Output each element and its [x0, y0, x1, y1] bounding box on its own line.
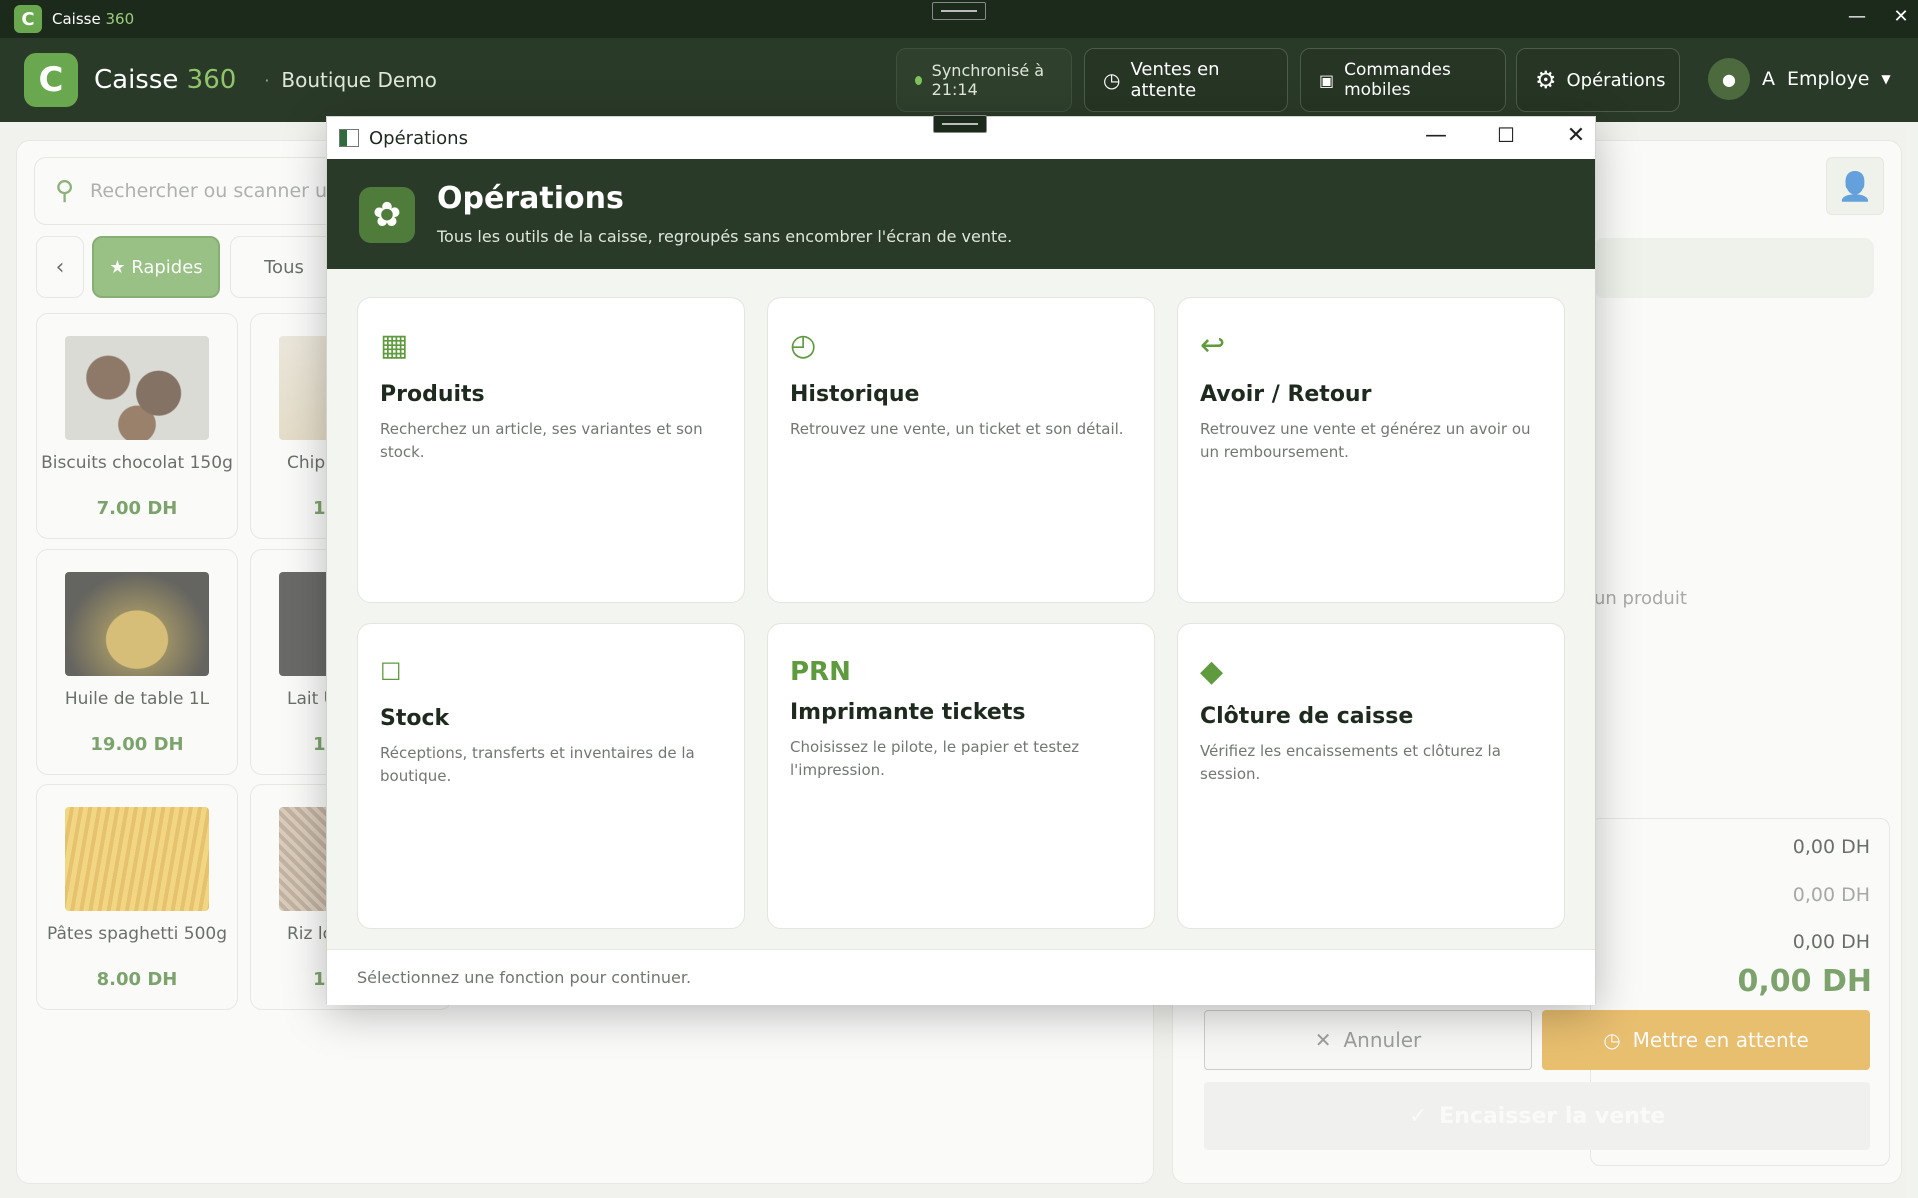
- dialog-footer: Sélectionnez une fonction pour continuer…: [327, 949, 1595, 1005]
- dialog-subtitle: Tous les outils de la caisse, regroupés …: [437, 227, 1013, 246]
- clock-icon: ◷: [1103, 68, 1121, 92]
- app-logo-icon: C: [14, 5, 42, 33]
- dialog-title: Opérations: [437, 181, 624, 216]
- dialog-header: ✿ Opérations Tous les outils de la caiss…: [327, 159, 1595, 269]
- dialog-body: ▦ Produits Recherchez un article, ses va…: [327, 269, 1595, 949]
- mobile-orders-label: Commandes mobiles: [1344, 60, 1451, 100]
- dialog-maximize-button[interactable]: ☐: [1491, 123, 1521, 147]
- operations-button[interactable]: ⚙ Opérations: [1516, 48, 1680, 112]
- avatar: ●: [1708, 58, 1750, 100]
- sync-label: Synchronisé à 21:14: [931, 61, 1045, 99]
- tile-description: Réceptions, transferts et inventaires de…: [380, 744, 695, 785]
- tile-description: Retrouvez une vente, un ticket et son dé…: [790, 420, 1124, 438]
- user-menu[interactable]: ● A Employe ▼: [1708, 58, 1891, 100]
- brand-name: Caisse 360: [94, 65, 237, 95]
- held-sales-label: Ventes en attente: [1130, 59, 1220, 101]
- tile-title: Imprimante tickets: [790, 700, 1026, 725]
- user-initial: A: [1762, 68, 1775, 90]
- gear-icon: ✿: [359, 187, 415, 243]
- sync-status: Synchronisé à 21:14: [896, 48, 1072, 112]
- dialog-minimize-button[interactable]: —: [1421, 123, 1451, 148]
- window-icon: [339, 129, 359, 147]
- held-sales-button[interactable]: ◷ Ventes en attente: [1084, 48, 1288, 112]
- brand-logo-icon: C: [24, 53, 78, 107]
- user-name: Employe: [1787, 68, 1870, 90]
- shop-name: Boutique Demo: [281, 68, 437, 92]
- tile-description: Vérifiez les encaissements et clôturez l…: [1200, 742, 1501, 783]
- tile-description: Choisissez le pilote, le papier et teste…: [790, 738, 1080, 779]
- grid-icon: ▦: [380, 328, 409, 363]
- tile-return[interactable]: ↩ Avoir / Retour Retrouvez une vente et …: [1177, 297, 1565, 603]
- printer-badge: PRN: [790, 657, 851, 687]
- tile-products[interactable]: ▦ Produits Recherchez un article, ses va…: [357, 297, 745, 603]
- tile-closing[interactable]: ◆ Clôture de caisse Vérifiez les encaiss…: [1177, 623, 1565, 929]
- dialog-window-title: Opérations: [369, 127, 468, 149]
- tile-stock[interactable]: ☐ Stock Réceptions, transferts et invent…: [357, 623, 745, 929]
- minimize-button[interactable]: —: [1844, 6, 1870, 27]
- diamond-icon: ◆: [1200, 654, 1224, 689]
- close-button[interactable]: ✕: [1888, 6, 1914, 27]
- drag-handle[interactable]: [932, 2, 986, 20]
- window-title: Caisse 360: [52, 10, 135, 28]
- tile-description: Retrouvez une vente et générez un avoir …: [1200, 420, 1531, 461]
- sync-dot-icon: [915, 75, 922, 85]
- tile-title: Historique: [790, 382, 920, 407]
- brand-separator: ·: [264, 70, 270, 90]
- window-titlebar: C Caisse 360 — ✕: [0, 0, 1918, 38]
- tile-printer[interactable]: PRN Imprimante tickets Choisissez le pil…: [767, 623, 1155, 929]
- tablet-icon: ▣: [1319, 70, 1335, 90]
- operations-dialog: Opérations — ☐ ✕ ✿ Opérations Tous les o…: [326, 115, 1596, 1005]
- return-arrow-icon: ↩: [1200, 328, 1226, 363]
- dialog-close-button[interactable]: ✕: [1561, 123, 1591, 148]
- tile-history[interactable]: ◴ Historique Retrouvez une vente, un tic…: [767, 297, 1155, 603]
- tile-title: Stock: [380, 706, 450, 731]
- gear-icon: ⚙: [1535, 66, 1557, 94]
- mobile-orders-button[interactable]: ▣ Commandes mobiles: [1300, 48, 1506, 112]
- box-icon: ☐: [380, 658, 402, 686]
- tile-description: Recherchez un article, ses variantes et …: [380, 420, 703, 461]
- chevron-down-icon: ▼: [1881, 72, 1891, 86]
- tile-title: Clôture de caisse: [1200, 704, 1414, 729]
- tile-title: Produits: [380, 382, 485, 407]
- tile-title: Avoir / Retour: [1200, 382, 1372, 407]
- operations-label: Opérations: [1566, 69, 1666, 91]
- clock-icon: ◴: [790, 328, 817, 363]
- drag-handle[interactable]: [933, 115, 987, 133]
